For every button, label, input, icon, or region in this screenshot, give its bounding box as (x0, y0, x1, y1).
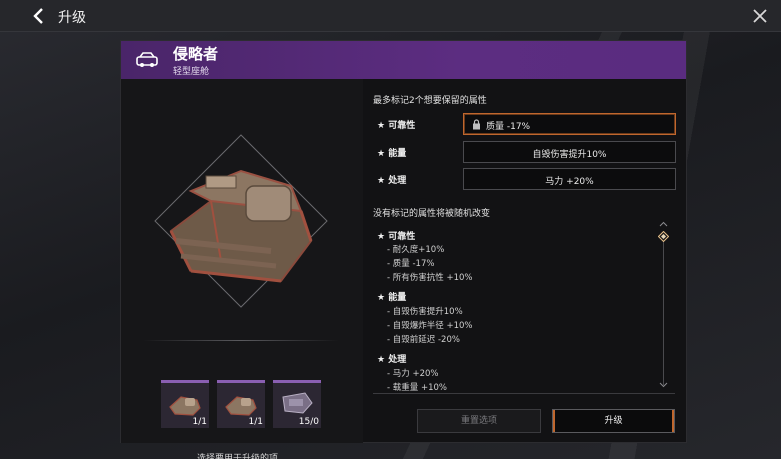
list-item: - 自毁伤害提升10% (387, 307, 463, 317)
attribute-list[interactable]: ★ 可靠性 - 耐久度+10% - 质量 -17% - 所有伤害抗性 +10% … (373, 225, 673, 393)
scroll-up-icon[interactable] (659, 221, 668, 227)
item-preview: 1/1 1/1 15/0 选择要用于升级的项。 (121, 79, 363, 459)
attribute-select-box[interactable]: 自毁伤害提升10% (463, 141, 676, 163)
slot-count: 15/0 (298, 417, 319, 427)
cabin-preview-image (154, 134, 328, 308)
attribute-value: 自毁伤害提升10% (532, 150, 607, 160)
list-item: - 质量 -17% (387, 259, 435, 269)
keep-attributes-title: 最多标记2个想要保留的属性 (373, 96, 487, 106)
upgrade-slot[interactable]: 1/1 (217, 380, 265, 428)
group-title: ★ 能量 (377, 293, 407, 303)
list-divider (373, 393, 675, 394)
close-icon[interactable] (752, 8, 768, 24)
upgrade-button[interactable]: 升级 (552, 409, 675, 433)
attribute-value: 质量 -17% (486, 122, 531, 132)
upgrade-slot[interactable]: 1/1 (161, 380, 209, 428)
page-title: 升级 (58, 10, 86, 26)
scroll-down-icon[interactable] (659, 382, 668, 388)
back-arrow-icon[interactable] (32, 8, 46, 24)
item-header: 侵略者 轻型座舱 (121, 41, 686, 79)
cabin-thumbnail-icon (169, 396, 201, 416)
reset-options-button[interactable]: 重置选项 (417, 409, 541, 433)
group-title: ★ 处理 (377, 355, 407, 365)
list-item: - 所有伤害抗性 +10% (387, 273, 473, 283)
random-attributes-title: 没有标记的属性将被随机改变 (373, 209, 491, 219)
list-item: - 自毁爆炸半径 +10% (387, 321, 473, 331)
list-item: - 自毁前延迟 -20% (387, 335, 460, 345)
attribute-select-box[interactable]: 质量 -17% (463, 113, 676, 135)
car-icon (136, 52, 158, 67)
attribute-value: 马力 +20% (545, 177, 594, 187)
item-name: 侵略者 (173, 45, 219, 63)
slot-count: 1/1 (248, 417, 263, 427)
lock-icon (473, 119, 480, 130)
group-title: ★ 可靠性 (377, 232, 416, 242)
upgrade-slot[interactable]: 15/0 (273, 380, 321, 428)
scrollbar-track[interactable] (663, 235, 664, 385)
list-item: - 耐久度+10% (387, 245, 445, 255)
cabin-thumbnail-icon (225, 396, 257, 416)
attribute-select-box[interactable]: 马力 +20% (463, 168, 676, 190)
list-item: - 马力 +20% (387, 369, 439, 379)
attribute-label: ★ 可靠性 (377, 121, 416, 131)
attribute-label: ★ 处理 (377, 176, 407, 186)
diamond-scroll-thumb-icon[interactable] (658, 231, 669, 242)
scrap-metal-icon (282, 392, 313, 414)
preview-divider (143, 340, 339, 341)
select-hint: 选择要用于升级的项。 (196, 454, 287, 459)
upgrade-panel: 侵略者 轻型座舱 1/1 1/1 15/0 选择要用于升级的项。 最多标记2个想… (120, 40, 687, 459)
slot-count: 1/1 (192, 417, 207, 427)
item-subtitle: 轻型座舱 (173, 67, 210, 77)
top-bar: 升级 (0, 0, 781, 32)
list-item: - 载重量 +10% (387, 383, 447, 393)
attribute-label: ★ 能量 (377, 149, 407, 159)
